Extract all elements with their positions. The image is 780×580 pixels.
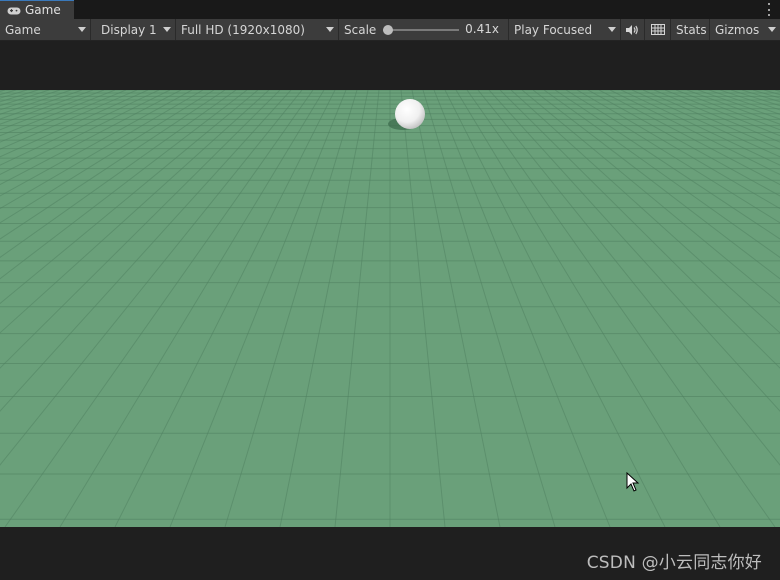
stats-button[interactable]: Stats (671, 19, 710, 40)
tab-strip: Game (0, 0, 780, 19)
gizmos-label: Gizmos (715, 22, 760, 37)
speaker-icon (626, 24, 638, 35)
game-viewport[interactable] (0, 90, 780, 527)
mode-dropdown[interactable]: Game (0, 19, 91, 40)
stats-label: Stats (676, 22, 707, 37)
scale-value: 0.41x (465, 22, 499, 36)
keyboard-grid-icon (651, 24, 665, 35)
gamepad-icon (7, 5, 21, 15)
gizmos-dropdown[interactable]: Gizmos (710, 19, 780, 40)
scale-control: Scale 0.41x (339, 19, 509, 40)
chevron-down-icon (768, 27, 776, 32)
resolution-dropdown[interactable]: Full HD (1920x1080) (176, 19, 339, 40)
chevron-down-icon (163, 27, 171, 32)
display-label: Display 1 (101, 22, 157, 37)
tab-label: Game (25, 3, 61, 17)
mute-audio-button[interactable] (621, 19, 645, 40)
chevron-down-icon (326, 27, 334, 32)
watermark: CSDN @小云同志你好 (586, 553, 762, 573)
scale-slider-knob[interactable] (383, 25, 393, 35)
grid-toggle-button[interactable] (645, 19, 671, 40)
play-mode-label: Play Focused (514, 22, 593, 37)
display-dropdown[interactable]: Display 1 (96, 19, 176, 40)
chevron-down-icon (78, 27, 86, 32)
tab-game[interactable]: Game (0, 0, 74, 19)
scale-slider-track[interactable] (383, 29, 459, 31)
play-mode-dropdown[interactable]: Play Focused (509, 19, 621, 40)
resolution-label: Full HD (1920x1080) (181, 22, 305, 37)
more-options-icon[interactable] (767, 3, 771, 16)
mode-label: Game (5, 22, 41, 37)
chevron-down-icon (608, 27, 616, 32)
mouse-cursor-icon (626, 472, 640, 492)
sphere-object (388, 99, 425, 130)
game-view-toolbar: Game Display 1 Full HD (1920x1080) Scale… (0, 19, 780, 41)
scale-label: Scale (344, 22, 377, 37)
